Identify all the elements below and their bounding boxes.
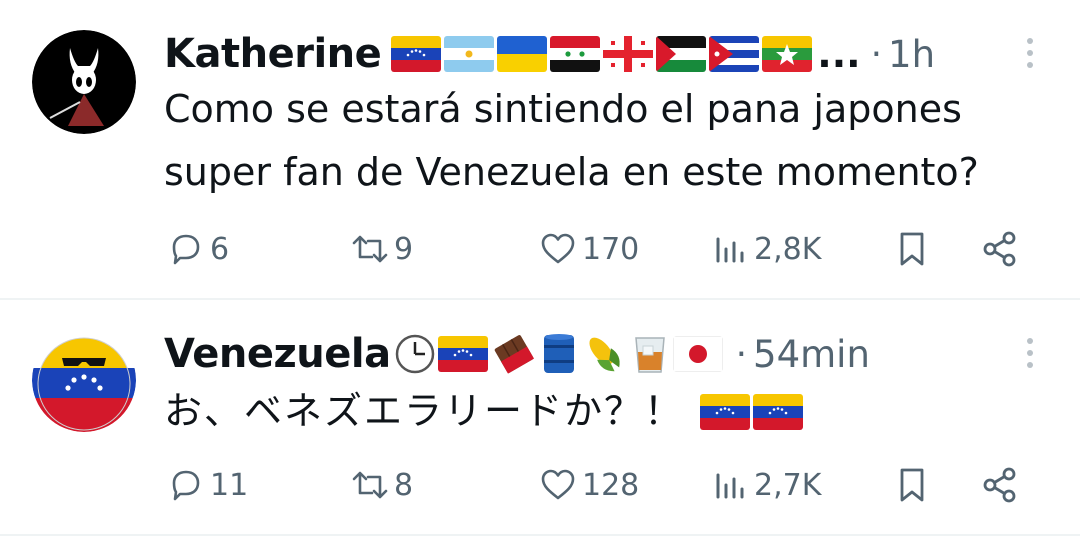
reply-icon — [172, 234, 200, 265]
like-button[interactable]: 128 — [538, 460, 639, 510]
reply-button[interactable]: 11 — [166, 460, 248, 510]
myanmar-flag — [762, 36, 813, 72]
views-button[interactable]: 2,8K — [710, 224, 821, 274]
name-emojis — [395, 332, 726, 376]
heart-icon — [541, 233, 575, 264]
views-icon — [716, 237, 744, 263]
share-button[interactable] — [980, 224, 1024, 274]
repost-icon — [352, 471, 388, 499]
japan-flag — [672, 336, 723, 372]
oil-drum-emoji — [543, 334, 574, 373]
tweet-header: Katherine ... · 1h — [164, 24, 935, 84]
tweet-venezuela[interactable]: Venezuela · 54min お、ベネズエラリードか？！ 11 8 128… — [0, 300, 1080, 536]
palestine-flag — [656, 36, 707, 72]
tweet-text: お、ベネズエラリードか？！ — [164, 380, 806, 443]
views-button[interactable]: 2,7K — [710, 460, 821, 510]
like-button[interactable]: 170 — [538, 224, 639, 274]
like-count: 128 — [582, 467, 640, 503]
repost-count: 8 — [394, 467, 414, 503]
separator-dot: · — [870, 33, 883, 75]
action-bar: 6 9 170 2,8K — [164, 224, 1044, 274]
bookmark-button[interactable] — [892, 224, 936, 274]
like-count: 170 — [582, 231, 640, 267]
tweet-text-line-1: Como se estará sintiendo el pana japones — [164, 87, 962, 131]
georgia-flag — [603, 36, 654, 72]
venezuela-flag — [391, 36, 442, 72]
venezuela-flag — [753, 393, 804, 430]
whisky-emoji — [634, 337, 665, 373]
tweet-text: Como se estará sintiendo el pana japones… — [164, 78, 979, 204]
name-flags — [391, 36, 815, 72]
corn-emoji — [589, 337, 620, 372]
venezuela-flag — [700, 393, 751, 430]
bookmark-icon — [900, 232, 924, 266]
author-name[interactable]: Venezuela — [164, 331, 391, 377]
share-button[interactable] — [980, 460, 1024, 510]
ukraine-flag — [497, 36, 548, 72]
avatar-katherine[interactable] — [32, 30, 136, 134]
views-icon — [716, 473, 744, 499]
share-icon — [983, 231, 1016, 267]
argentina-flag — [444, 36, 495, 72]
heart-icon — [541, 469, 575, 500]
avatar-venezuela[interactable] — [32, 328, 136, 432]
repost-icon — [352, 235, 388, 263]
reply-count: 11 — [210, 467, 249, 503]
bookmark-icon — [900, 468, 924, 502]
views-count: 2,7K — [754, 467, 822, 503]
timestamp[interactable]: 54min — [753, 333, 870, 376]
repost-count: 9 — [394, 231, 414, 267]
cuba-flag — [709, 36, 760, 72]
reply-icon — [172, 470, 200, 501]
chocolate-emoji — [494, 335, 534, 374]
clock-emoji — [395, 334, 434, 374]
more-options-icon[interactable] — [1024, 38, 1036, 78]
repost-button[interactable]: 9 — [350, 224, 413, 274]
syria-flag — [550, 36, 601, 72]
more-options-icon[interactable] — [1024, 338, 1036, 378]
reply-count: 6 — [210, 231, 230, 267]
tweet-text-line-1: お、ベネズエラリードか？！ — [164, 389, 685, 433]
venezuela-flag — [437, 336, 488, 372]
separator-dot: · — [735, 333, 748, 375]
tweet-header: Venezuela · 54min — [164, 324, 870, 384]
bookmark-button[interactable] — [892, 460, 936, 510]
views-count: 2,8K — [754, 231, 822, 267]
tweet-text-line-2: super fan de Venezuela en este momento? — [164, 150, 979, 194]
share-icon — [983, 467, 1016, 503]
name-ellipsis: ... — [817, 32, 861, 76]
action-bar: 11 8 128 2,7K — [164, 460, 1044, 510]
author-name[interactable]: Katherine — [164, 31, 382, 77]
repost-button[interactable]: 8 — [350, 460, 413, 510]
tweet-katherine[interactable]: Katherine ... · 1h Como se estará sintie… — [0, 0, 1080, 300]
reply-button[interactable]: 6 — [166, 224, 229, 274]
timestamp[interactable]: 1h — [888, 33, 935, 76]
